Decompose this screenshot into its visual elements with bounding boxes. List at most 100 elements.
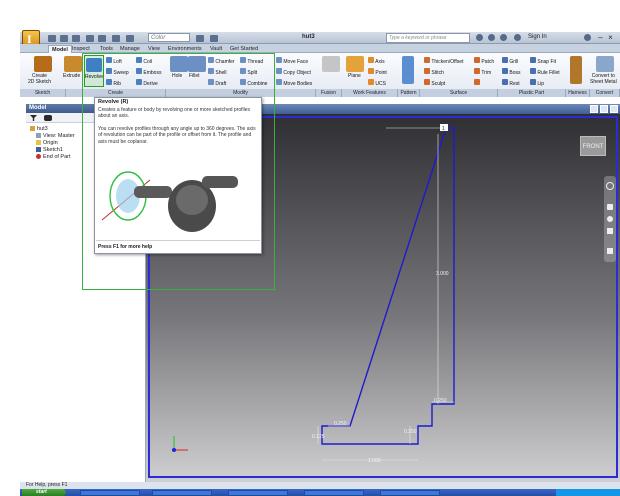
- tree-label: hut3: [37, 126, 48, 132]
- part-icon: [30, 126, 35, 132]
- tab-manage[interactable]: Manage: [120, 45, 140, 53]
- rest-button[interactable]: Rest: [502, 79, 520, 87]
- boss-label: Boss: [509, 70, 521, 76]
- tab-get-started[interactable]: Get Started: [230, 45, 258, 53]
- extrude-icon[interactable]: [64, 56, 82, 72]
- axis-icon: [368, 57, 374, 63]
- communication-center-icon[interactable]: [488, 34, 495, 41]
- tab-vault[interactable]: Vault: [210, 45, 222, 53]
- user-icon[interactable]: [514, 34, 521, 41]
- tree-item-view[interactable]: View: Master: [36, 133, 75, 140]
- sketch-icon: [36, 147, 41, 153]
- dim-left-width[interactable]: 0.250: [334, 421, 347, 427]
- taskbar-window-button[interactable]: [152, 490, 212, 496]
- boss-button[interactable]: Boss: [502, 68, 521, 76]
- snap-fit-button[interactable]: Snap Fit: [530, 57, 556, 65]
- harness-icon[interactable]: [570, 56, 582, 84]
- tree-item-sketch1[interactable]: Sketch1: [36, 147, 63, 154]
- tree-label: View: Master: [43, 133, 75, 139]
- extrude-button[interactable]: Extrude: [63, 73, 80, 79]
- move-face-button[interactable]: Move Face: [276, 57, 308, 65]
- dim-total-width[interactable]: 1.000: [368, 458, 381, 464]
- tab-view[interactable]: View: [148, 45, 160, 53]
- tooltip-divider: [96, 240, 260, 241]
- maximize-window-button[interactable]: [600, 105, 608, 113]
- create-sketch-icon[interactable]: [34, 56, 52, 72]
- undo-icon[interactable]: [86, 35, 94, 42]
- dim-base-height[interactable]: 0.250: [404, 429, 417, 435]
- close-window-button[interactable]: [610, 105, 618, 113]
- thicken-button[interactable]: Thicken/Offset: [424, 57, 463, 65]
- fusion-icon[interactable]: [322, 56, 340, 72]
- convert-sheet-metal-button[interactable]: Convert to Sheet Metal: [590, 73, 617, 85]
- taskbar-window-button[interactable]: [380, 490, 440, 496]
- stitch-button[interactable]: Stitch: [424, 68, 444, 76]
- tree-item-hut3[interactable]: hut3: [30, 126, 48, 133]
- restore-window-button[interactable]: [590, 105, 598, 113]
- help-icon[interactable]: [584, 34, 591, 41]
- search-input[interactable]: Type a keyword or phrase: [386, 33, 470, 43]
- taskbar-window-button[interactable]: [304, 490, 364, 496]
- rule-fillet-button[interactable]: Rule Fillet: [530, 68, 560, 76]
- trim-button[interactable]: Trim: [474, 68, 491, 76]
- move-bodies-label: Move Bodies: [283, 81, 313, 87]
- taskbar-window-button[interactable]: [80, 490, 140, 496]
- rule-fillet-label: Rule Fillet: [537, 70, 560, 76]
- patch-button[interactable]: Patch: [474, 57, 494, 65]
- copy-object-button[interactable]: Copy Object: [276, 68, 311, 76]
- panel-label-convert: Convert: [590, 89, 620, 97]
- sketch-profile[interactable]: [321, 127, 455, 445]
- point-button[interactable]: Point: [368, 68, 387, 76]
- tooltip-title: Revolve (R): [98, 99, 129, 105]
- lip-label: Lip: [537, 81, 545, 87]
- dim-top[interactable]: 1: [442, 126, 445, 132]
- panel-label-surface[interactable]: Surface: [420, 89, 498, 97]
- measure-icon[interactable]: [210, 35, 218, 42]
- axis-button[interactable]: Axis: [368, 57, 385, 65]
- lip-button[interactable]: Lip: [530, 79, 544, 87]
- dim-step-width[interactable]: 0.250: [434, 398, 447, 404]
- convert-icon[interactable]: [596, 56, 614, 72]
- close-button[interactable]: ×: [606, 33, 615, 42]
- start-button[interactable]: start: [22, 489, 66, 496]
- pattern-icon[interactable]: [402, 56, 414, 84]
- create-sketch-button[interactable]: Create 2D Sketch: [28, 73, 51, 85]
- minimize-button[interactable]: –: [596, 33, 605, 42]
- tree-label: Origin: [43, 140, 58, 146]
- new-icon[interactable]: [48, 35, 56, 42]
- grill-button[interactable]: Grill: [502, 57, 518, 65]
- dim-height[interactable]: 3.000: [436, 271, 449, 277]
- panel-label-work-features: Work Features: [342, 89, 398, 97]
- move-bodies-button[interactable]: Move Bodies: [276, 79, 312, 87]
- redo-icon[interactable]: [98, 35, 106, 42]
- search-icon[interactable]: [476, 34, 483, 41]
- tab-inspect[interactable]: Inspect: [72, 45, 90, 53]
- home-icon[interactable]: [112, 35, 120, 42]
- rest-icon: [502, 79, 508, 85]
- favorites-icon[interactable]: [500, 34, 507, 41]
- color-dropdown[interactable]: Color: [148, 33, 190, 42]
- tab-tools[interactable]: Tools: [100, 45, 113, 53]
- tab-environments[interactable]: Environments: [168, 45, 202, 53]
- plane-button[interactable]: Plane: [348, 73, 361, 79]
- sculpt-button[interactable]: Sculpt: [424, 79, 445, 87]
- extend-button[interactable]: [474, 79, 482, 85]
- update-icon[interactable]: [126, 35, 134, 42]
- ucs-button[interactable]: UCS: [368, 79, 386, 87]
- sign-in-link[interactable]: Sign In: [528, 34, 547, 40]
- tree-item-origin[interactable]: Origin: [36, 140, 58, 147]
- sketch-icon[interactable]: [196, 35, 204, 42]
- tab-model[interactable]: Model: [48, 45, 72, 53]
- tree-item-end-of-part[interactable]: End of Part: [36, 154, 71, 161]
- tooltip-help-hint: Press F1 for more help: [98, 244, 153, 250]
- taskbar-window-button[interactable]: [228, 490, 288, 496]
- grill-icon: [502, 57, 508, 63]
- panel-label-harness: Harness: [566, 89, 590, 97]
- ucs-icon: [368, 79, 374, 85]
- patch-icon: [474, 57, 480, 63]
- open-icon[interactable]: [60, 35, 68, 42]
- dim-left-height[interactable]: 0.125: [312, 434, 325, 440]
- plane-icon[interactable]: [346, 56, 364, 72]
- find-icon[interactable]: [44, 115, 52, 121]
- save-icon[interactable]: [72, 35, 80, 42]
